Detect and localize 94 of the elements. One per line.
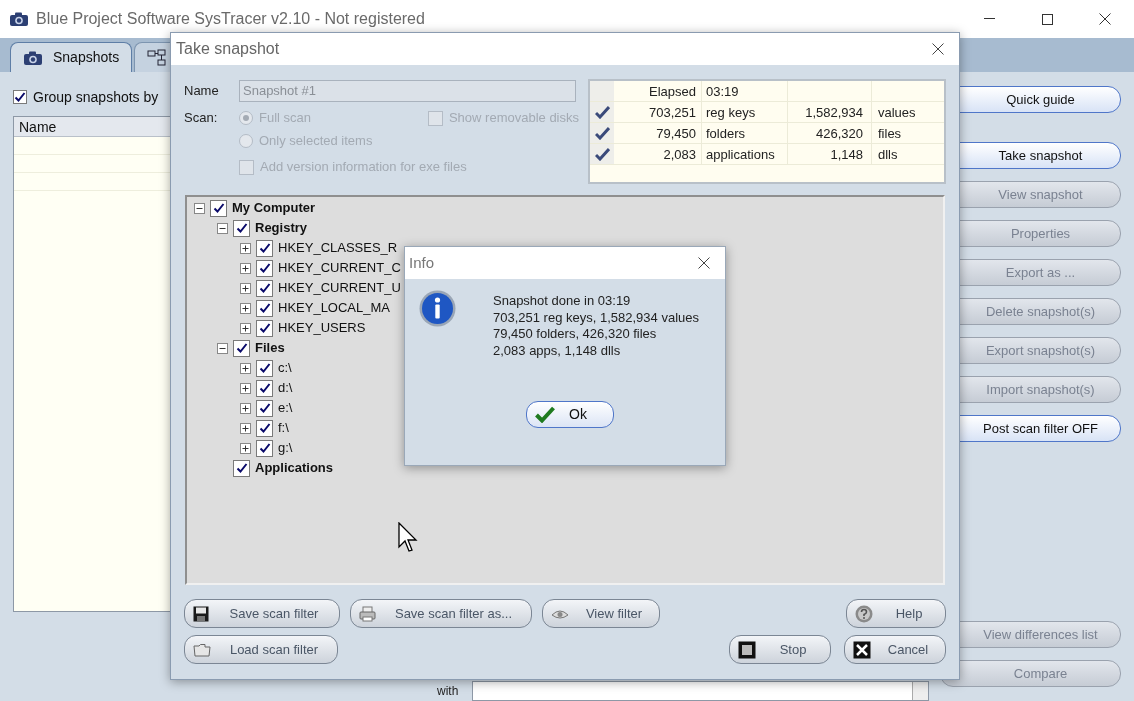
checkbox-label: Group snapshots by — [33, 87, 159, 107]
printer-icon — [359, 605, 376, 622]
tree-item[interactable]: HKEY_CLASSES_R — [278, 238, 398, 258]
stats-cell-text: values — [877, 104, 917, 122]
folder-icon — [193, 642, 211, 657]
collapse-icon[interactable] — [193, 202, 205, 214]
expand-icon[interactable] — [239, 442, 251, 454]
checkbox[interactable] — [256, 319, 273, 337]
camera-icon — [9, 11, 29, 27]
expand-icon[interactable] — [239, 282, 251, 294]
stats-cell: 03:19 — [702, 81, 788, 101]
stats-cell: 1,582,934 — [788, 102, 872, 122]
close-icon[interactable] — [932, 43, 944, 55]
ok-button[interactable]: Ok — [526, 401, 614, 428]
checkbox[interactable] — [256, 439, 273, 457]
stats-cell: 1,148 — [788, 144, 872, 164]
tree-item[interactable]: HKEY_USERS — [278, 318, 366, 338]
stats-cell: applications — [702, 144, 788, 164]
expand-icon[interactable] — [239, 302, 251, 314]
camera-icon — [23, 49, 43, 66]
info-icon — [419, 290, 456, 327]
checkbox[interactable] — [256, 399, 273, 417]
checkbox[interactable] — [233, 339, 250, 357]
checkbox[interactable] — [256, 279, 273, 297]
close-icon[interactable] — [698, 257, 710, 269]
tree-item[interactable]: Applications — [255, 458, 333, 478]
checkbox[interactable] — [256, 419, 273, 437]
tree-item[interactable]: d:\ — [278, 378, 293, 398]
dialog-button[interactable]: Save scan filter — [184, 599, 340, 628]
collapse-icon[interactable] — [216, 222, 228, 234]
close-icon — [853, 640, 871, 659]
stats-cell: folders — [702, 123, 788, 143]
checkbox[interactable] — [239, 159, 254, 175]
checkbox[interactable] — [256, 239, 273, 257]
tree-item[interactable]: HKEY_LOCAL_MA — [278, 298, 390, 318]
tree-item[interactable]: HKEY_CURRENT_C — [278, 258, 401, 278]
stats-cell: 2,083 — [614, 144, 702, 164]
dialog-button[interactable]: Save scan filter as... — [350, 599, 532, 628]
expand-icon[interactable] — [239, 362, 251, 374]
tree-item[interactable]: HKEY_CURRENT_U — [278, 278, 401, 298]
expand-icon[interactable] — [239, 262, 251, 274]
tree-item[interactable]: Files — [255, 338, 285, 358]
checkbox[interactable] — [13, 90, 27, 104]
tree-item[interactable]: My Computer — [232, 198, 316, 218]
stats-cell: 426,320 — [788, 123, 872, 143]
expand-icon[interactable] — [239, 422, 251, 434]
checkbox[interactable] — [256, 259, 273, 277]
dialog-button[interactable]: Cancel — [844, 635, 946, 664]
dialog-button[interactable]: Help — [846, 599, 946, 628]
message-line: Snapshot done in 03:19 — [493, 293, 632, 310]
expand-icon[interactable] — [239, 242, 251, 254]
scan-label: Scan: — [184, 109, 219, 127]
help-icon — [855, 604, 873, 623]
dialog-button[interactable]: Load scan filter — [184, 635, 338, 664]
network-icon — [147, 48, 168, 67]
stats-cell-text: files — [877, 125, 903, 143]
checkbox[interactable] — [427, 110, 443, 126]
expand-icon[interactable] — [239, 402, 251, 414]
checkbox[interactable] — [210, 199, 227, 217]
expand-icon[interactable] — [239, 322, 251, 334]
dialog-button[interactable]: View filter — [542, 599, 660, 628]
stats-cell-text: dlls — [877, 146, 899, 164]
radio-button[interactable] — [239, 134, 253, 148]
tree-item[interactable]: g:\ — [278, 438, 293, 458]
message-line: 79,450 folders, 426,320 files — [493, 326, 658, 343]
checkbox[interactable] — [233, 459, 250, 477]
tree-item[interactable]: c:\ — [278, 358, 292, 378]
with-label: with — [437, 683, 459, 700]
snapshot-dropdown[interactable] — [472, 681, 930, 701]
dialog-title: Take snapshot — [176, 39, 280, 59]
stop-icon — [738, 640, 756, 659]
stats-cell: 703,251 — [614, 102, 702, 122]
name-label: Name — [184, 82, 220, 101]
collapse-icon[interactable] — [216, 342, 228, 354]
cursor-icon — [398, 522, 418, 554]
tree-item[interactable]: f:\ — [278, 418, 289, 438]
message-line: 703,251 reg keys, 1,582,934 values — [493, 309, 699, 326]
radio-button[interactable] — [239, 111, 253, 125]
dialog-button[interactable]: Stop — [729, 635, 831, 664]
stats-cell: Elapsed — [614, 81, 702, 101]
checkbox[interactable] — [256, 299, 273, 317]
message-line: 2,083 apps, 1,148 dlls — [493, 342, 622, 359]
stats-cell: reg keys — [702, 102, 788, 122]
checkbox[interactable] — [256, 379, 273, 397]
checkbox[interactable] — [233, 219, 250, 237]
checkbox[interactable] — [256, 359, 273, 377]
tree-item[interactable]: e:\ — [278, 398, 293, 418]
stats-cell: 79,450 — [614, 123, 702, 143]
window-title: Blue Project Software SysTracer v2.10 - Not registered — [36, 9, 425, 29]
dialog-title: Info — [409, 252, 435, 273]
check-icon — [535, 406, 555, 423]
tab[interactable]: Snapshots — [10, 42, 133, 72]
tree-item[interactable]: Registry — [255, 218, 308, 238]
expand-icon[interactable] — [239, 382, 251, 394]
